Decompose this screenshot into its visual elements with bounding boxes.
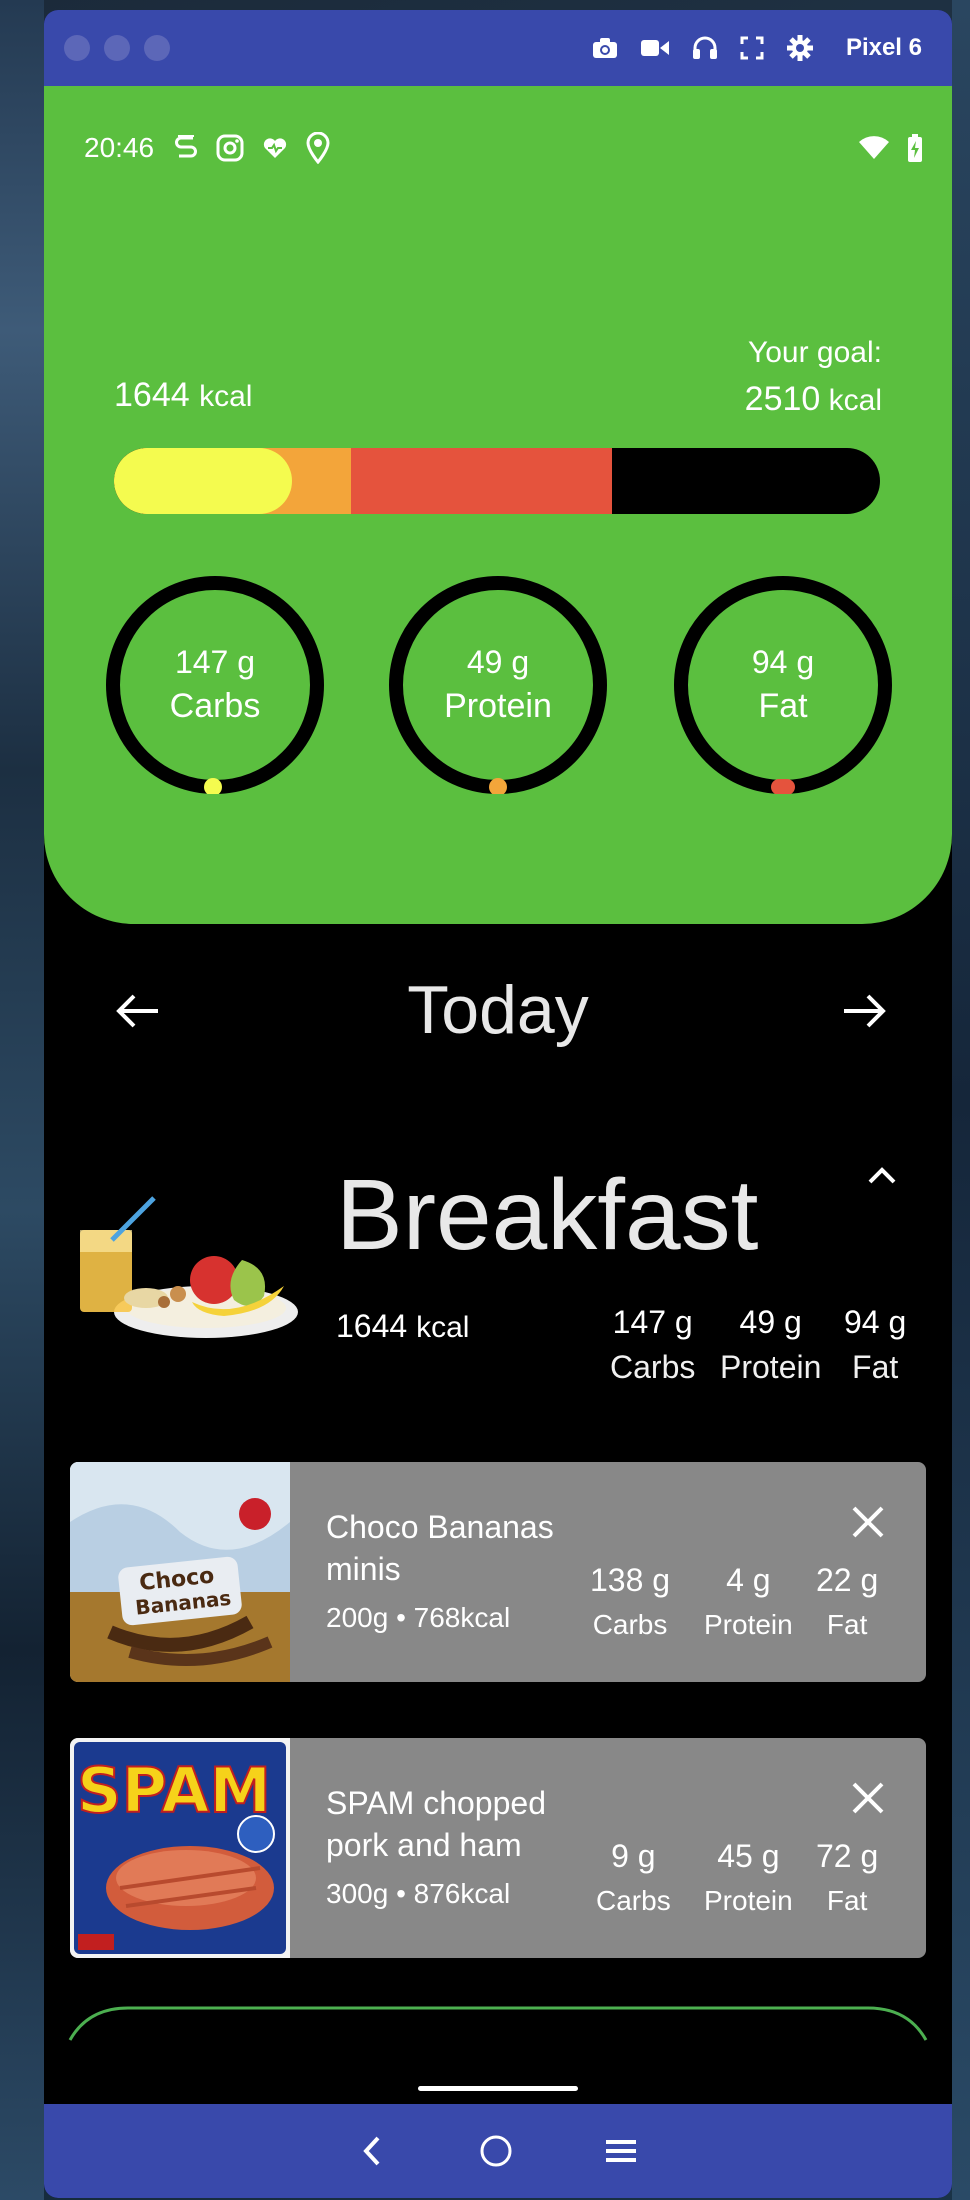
food-macro-value: 22 g [816, 1562, 879, 1598]
current-kcal: 1644 kcal [114, 376, 252, 415]
food-macro-fat: 22 g Fat [816, 1562, 878, 1641]
food-meta: 300g • 876kcal [326, 1878, 511, 1909]
minimize-window-button[interactable] [104, 35, 130, 61]
instagram-icon [216, 134, 244, 162]
meal-kcal-value: 1644 [336, 1308, 408, 1344]
meal-kcal: 1644 kcal [336, 1308, 469, 1345]
wifi-icon [859, 136, 889, 159]
gear-icon[interactable] [786, 34, 814, 62]
carbs-ring: 147 g Carbs [106, 576, 324, 794]
remove-food-close-icon[interactable] [850, 1780, 886, 1816]
location-pin-icon [306, 132, 330, 164]
meal-macro-carbs: 147 g Carbs [610, 1304, 695, 1386]
food-meta: 200g • 768kcal [326, 1602, 511, 1633]
food-macro-label: Protein [704, 1609, 793, 1640]
goal-kcal: Your goal: 2510 kcal [745, 330, 882, 424]
collapse-chevron-up-icon[interactable] [862, 1160, 902, 1190]
food-image-choco-bananas: Choco Bananas [70, 1462, 290, 1682]
current-kcal-value: 1644 [114, 376, 190, 414]
previous-day-arrow-icon[interactable] [112, 988, 162, 1034]
fat-ring-label: Fat [758, 687, 808, 725]
meal-macro-value: 49 g [739, 1304, 802, 1340]
protein-ring: 49 g Protein [389, 576, 607, 794]
meal-macro-label: Protein [720, 1349, 822, 1385]
emulator-window: Pixel 6 20:46 1644 kcal Your goal: 2510 … [44, 10, 952, 2198]
emulator-toolbar: Pixel 6 [592, 34, 922, 62]
food-macro-value: 4 g [726, 1562, 771, 1598]
protein-ring-label: Protein [444, 687, 552, 725]
food-macro-label: Carbs [596, 1885, 671, 1916]
camera-icon[interactable] [592, 37, 618, 59]
fat-ring: 94 g Fat [674, 576, 892, 794]
food-macro-carbs: 9 g Carbs [596, 1838, 671, 1917]
calorie-summary-panel: 20:46 1644 kcal Your goal: 2510 kcal 147… [44, 86, 952, 924]
remove-food-close-icon[interactable] [850, 1504, 886, 1540]
food-macro-protein: 4 g Protein [704, 1562, 793, 1641]
system-navigation-bar [44, 2104, 952, 2198]
status-time: 20:46 [84, 132, 155, 163]
emulator-titlebar: Pixel 6 [44, 10, 952, 86]
video-record-icon[interactable] [640, 37, 670, 59]
health-heart-icon [263, 138, 287, 158]
day-title: Today [407, 972, 589, 1048]
carbs-progress-segment [114, 448, 292, 514]
status-bar: 20:46 [84, 128, 924, 168]
device-name-label: Pixel 6 [845, 34, 922, 61]
food-image-text: SPAM [77, 1754, 271, 1827]
fullscreen-icon[interactable] [740, 36, 764, 60]
day-navigation: Today [44, 960, 952, 1060]
goal-unit: kcal [828, 384, 882, 417]
food-macro-carbs: 138 g Carbs [590, 1562, 670, 1641]
breakfast-illustration [80, 1196, 298, 1338]
food-name: Choco Bananas minis [326, 1509, 554, 1587]
carbs-ring-label: Carbs [169, 687, 261, 725]
food-macro-label: Fat [826, 1885, 868, 1916]
protein-ring-value: 49 g [466, 644, 530, 680]
next-meal-card-edge[interactable] [68, 2000, 928, 2060]
close-window-button[interactable] [64, 35, 90, 61]
battery-charging-icon [908, 134, 922, 162]
food-image-spam: SPAM [70, 1738, 290, 1958]
meal-section-breakfast: Breakfast 1644 kcal 147 g Carbs 49 g Pro… [44, 1140, 952, 1400]
home-indicator[interactable] [418, 2086, 578, 2091]
food-card[interactable]: SPAM SPAM chopped pork and ham 300g • 87… [70, 1738, 926, 1958]
food-macro-value: 9 g [611, 1838, 656, 1874]
current-kcal-unit: kcal [199, 380, 253, 413]
food-macro-label: Fat [826, 1609, 868, 1640]
food-macro-label: Protein [704, 1885, 793, 1916]
zoom-window-button[interactable] [144, 35, 170, 61]
notification-icons [174, 132, 330, 164]
food-card[interactable]: Choco Bananas Choco Bananas minis 200g •… [70, 1462, 926, 1682]
food-macro-value: 72 g [816, 1838, 879, 1874]
carbs-ring-value: 147 g [174, 644, 256, 680]
food-macro-value: 138 g [590, 1562, 671, 1598]
fat-ring-value: 94 g [751, 644, 815, 680]
calorie-progress-bar [114, 448, 880, 514]
meal-title: Breakfast [336, 1159, 759, 1271]
back-chevron-icon[interactable] [358, 2134, 388, 2168]
meal-macro-label: Fat [852, 1349, 899, 1385]
meal-macro-value: 94 g [844, 1304, 907, 1340]
food-macro-label: Carbs [592, 1609, 668, 1640]
food-macro-value: 45 g [717, 1838, 780, 1874]
desktop-background [0, 0, 44, 2200]
food-name: SPAM chopped pork and ham [326, 1785, 546, 1863]
goal-label: Your goal: [747, 336, 882, 369]
meal-macro-fat: 94 g Fat [844, 1304, 906, 1386]
meal-macro-protein: 49 g Protein [720, 1304, 821, 1386]
menu-icon[interactable] [604, 2136, 638, 2166]
food-macro-fat: 72 g Fat [816, 1838, 878, 1917]
window-controls [64, 35, 170, 61]
goal-value: 2510 [744, 380, 821, 418]
food-macro-protein: 45 g Protein [704, 1838, 793, 1917]
meal-macro-value: 147 g [612, 1304, 693, 1340]
headset-icon[interactable] [692, 36, 718, 60]
meal-kcal-unit: kcal [416, 1311, 470, 1344]
app-s-icon [175, 135, 198, 158]
meal-macro-label: Carbs [610, 1349, 696, 1385]
desktop-background-right [952, 0, 970, 2200]
system-status-icons [858, 133, 924, 163]
home-circle-icon[interactable] [478, 2133, 514, 2169]
next-day-arrow-icon[interactable] [840, 988, 890, 1034]
